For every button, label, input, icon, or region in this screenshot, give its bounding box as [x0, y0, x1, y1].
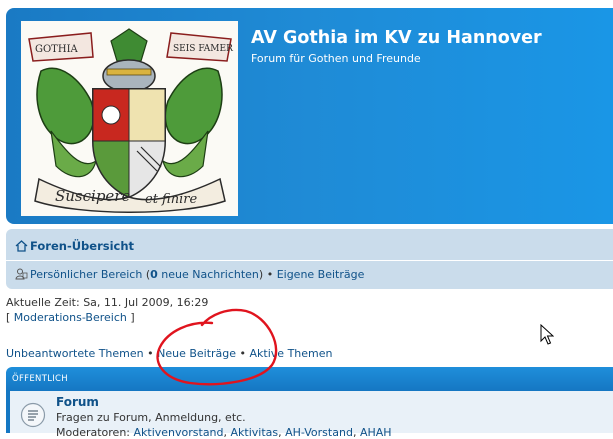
- links-separator: •: [236, 347, 250, 360]
- moderation-link[interactable]: Moderations-Bereich: [14, 311, 127, 324]
- user-icon: [15, 268, 28, 283]
- new-messages-count[interactable]: 0: [150, 268, 158, 281]
- bracket-open: [: [6, 311, 14, 324]
- svg-text:Suscipere: Suscipere: [55, 187, 130, 205]
- navbar: Foren-Übersicht Persönlicher Bereich (0 …: [6, 229, 613, 289]
- category-label[interactable]: ÖFFENTLICH: [12, 374, 68, 384]
- mouse-cursor-icon: [540, 324, 554, 345]
- new-posts-link[interactable]: Neue Beiträge: [157, 347, 236, 360]
- breadcrumb: Foren-Übersicht: [15, 239, 134, 255]
- search-links: Unbeantwortete Themen • Neue Beiträge • …: [6, 347, 332, 360]
- svg-text:et finire: et finire: [145, 192, 197, 207]
- bracket-close: ]: [126, 311, 135, 324]
- site-description: Forum für Gothen und Freunde: [251, 52, 421, 65]
- coat-of-arms-logo: Suscipere et finire GOTHIA SEIS FAMER: [21, 21, 238, 216]
- site-logo[interactable]: Suscipere et finire GOTHIA SEIS FAMER: [21, 21, 238, 216]
- forum-row-inner: Forum Fragen zu Forum, Anmeldung, etc. M…: [10, 391, 613, 439]
- forum-row: Forum Fragen zu Forum, Anmeldung, etc. M…: [6, 391, 613, 439]
- svg-text:GOTHIA: GOTHIA: [35, 44, 79, 55]
- svg-text:SEIS FAMER: SEIS FAMER: [173, 44, 233, 54]
- site-title: AV Gothia im KV zu Hannover: [251, 28, 542, 48]
- category-header: ÖFFENTLICH: [6, 367, 613, 391]
- ucp-paren-open: (: [142, 268, 151, 281]
- user-nav: Persönlicher Bereich (0 neue Nachrichten…: [15, 268, 364, 283]
- new-messages-link[interactable]: neue Nachrichten: [158, 268, 259, 281]
- nav-divider: [6, 260, 613, 261]
- forum-description: Fragen zu Forum, Anmeldung, etc.: [56, 411, 246, 424]
- forum-title-link[interactable]: Forum: [56, 395, 99, 409]
- current-time: Aktuelle Zeit: Sa, 11. Jul 2009, 16:29: [6, 296, 209, 309]
- nav-separator: •: [263, 268, 277, 281]
- moderation-area: [ Moderations-Bereich ]: [6, 311, 135, 324]
- own-posts-link[interactable]: Eigene Beiträge: [277, 268, 365, 281]
- home-icon: [15, 240, 28, 255]
- ucp-link[interactable]: Persönlicher Bereich: [30, 268, 142, 281]
- site-header: Suscipere et finire GOTHIA SEIS FAMER AV…: [6, 8, 613, 224]
- links-separator: •: [143, 347, 158, 360]
- active-topics-link[interactable]: Aktive Themen: [250, 347, 333, 360]
- forum-index-link[interactable]: Foren-Übersicht: [30, 239, 134, 253]
- forum-read-icon: [20, 402, 46, 432]
- unanswered-topics-link[interactable]: Unbeantwortete Themen: [6, 347, 144, 360]
